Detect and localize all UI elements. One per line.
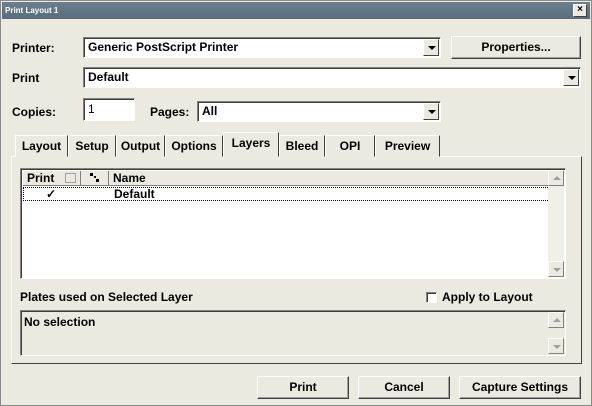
tab-layers[interactable]: Layers — [223, 132, 279, 157]
chevron-down-icon[interactable] — [65, 173, 76, 183]
print-style-value: Default — [88, 70, 129, 84]
tab-opi[interactable]: OPI — [325, 135, 375, 157]
scroll-down-icon[interactable] — [548, 261, 564, 277]
table-row[interactable]: ✓ Default — [23, 187, 550, 201]
tab-setup[interactable]: Setup — [68, 135, 116, 157]
print-button[interactable]: Print — [257, 376, 349, 399]
scroll-down-icon[interactable] — [548, 338, 564, 354]
chevron-down-icon[interactable] — [423, 39, 439, 56]
pages-label: Pages: — [150, 105, 190, 119]
copies-input[interactable]: 1 — [83, 98, 135, 121]
link-icon — [90, 173, 99, 182]
column-print[interactable]: Print — [23, 171, 81, 186]
scroll-up-icon[interactable] — [548, 312, 564, 328]
layers-list[interactable]: Print Name ✓ Default — [20, 168, 566, 279]
tab-options[interactable]: Options — [165, 135, 223, 157]
pages-value: All — [202, 104, 218, 118]
printer-label: Printer: — [12, 41, 55, 55]
print-style-select[interactable]: Default — [83, 67, 581, 88]
printer-select[interactable]: Generic PostScript Printer — [83, 37, 441, 58]
layer-name: Default — [114, 187, 155, 201]
vertical-scrollbar[interactable] — [548, 170, 564, 277]
tab-preview[interactable]: Preview — [375, 135, 440, 157]
print-style-label: Print — [12, 71, 40, 85]
copies-label: Copies: — [12, 105, 57, 119]
plates-label: Plates used on Selected Layer — [20, 290, 193, 304]
printer-value: Generic PostScript Printer — [88, 40, 239, 54]
tab-output[interactable]: Output — [116, 135, 165, 157]
tab-bleed[interactable]: Bleed — [279, 135, 325, 157]
window-title: Print Layout 1 — [5, 6, 59, 15]
column-print-label: Print — [27, 171, 55, 185]
cancel-button[interactable]: Cancel — [358, 376, 450, 399]
tab-layout[interactable]: Layout — [15, 135, 68, 157]
pages-select[interactable]: All — [197, 101, 441, 122]
print-layout-dialog: Print Layout 1 × Printer: Generic PostSc… — [0, 0, 592, 406]
apply-to-layout-checkbox[interactable] — [426, 292, 437, 303]
properties-button[interactable]: Properties... — [451, 36, 581, 59]
title-bar[interactable]: Print Layout 1 × — [2, 2, 590, 19]
close-icon[interactable]: × — [573, 4, 587, 17]
plates-list[interactable]: No selection — [20, 310, 566, 356]
plates-empty-text: No selection — [24, 315, 96, 329]
vertical-scrollbar[interactable] — [548, 312, 564, 354]
column-name[interactable]: Name — [109, 171, 550, 186]
list-header: Print Name — [23, 171, 550, 186]
check-icon[interactable]: ✓ — [46, 188, 56, 200]
chevron-down-icon[interactable] — [563, 69, 579, 86]
apply-to-layout-label: Apply to Layout — [442, 290, 533, 304]
capture-settings-button[interactable]: Capture Settings — [459, 376, 581, 399]
scroll-up-icon[interactable] — [548, 170, 564, 186]
chevron-down-icon[interactable] — [423, 103, 439, 120]
column-link[interactable] — [81, 171, 109, 186]
